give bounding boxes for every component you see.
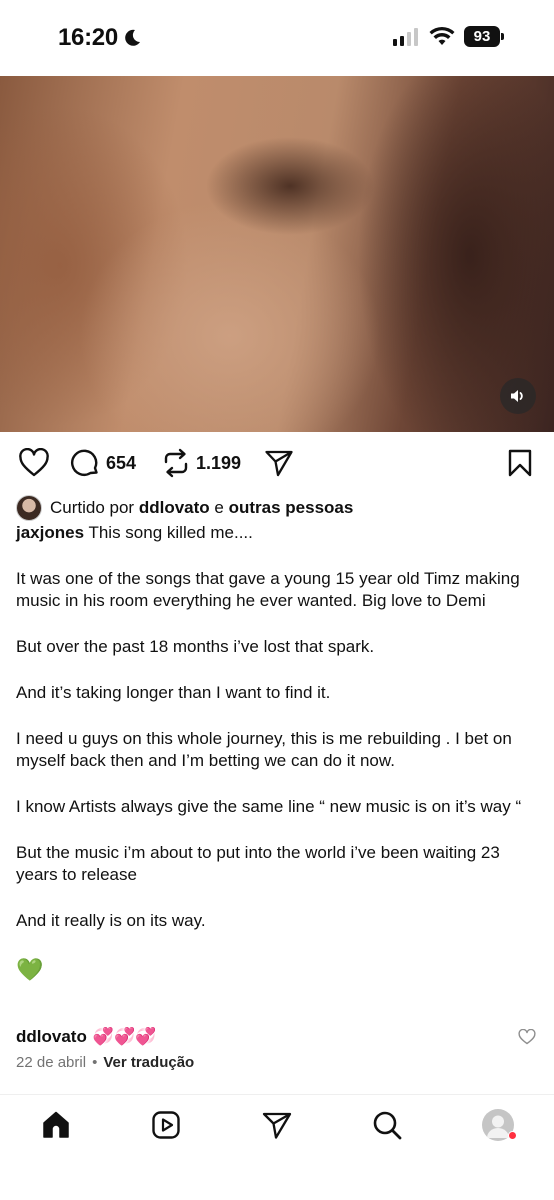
send-icon[interactable] xyxy=(261,1109,293,1141)
home-icon[interactable] xyxy=(40,1109,72,1141)
battery-icon: 93 xyxy=(464,26,504,47)
green-heart-emoji: 💚 xyxy=(16,957,44,982)
comment-text: 💞💞💞 xyxy=(92,1027,157,1046)
repost-count: 1.199 xyxy=(196,452,242,473)
post-actions: 654 1.199 xyxy=(0,432,554,494)
liked-by-others[interactable]: outras pessoas xyxy=(229,498,354,517)
caption-username[interactable]: jaxjones xyxy=(16,523,84,542)
comment-icon xyxy=(70,449,98,476)
cellular-signal-icon xyxy=(393,28,418,46)
liked-by-user[interactable]: ddlovato xyxy=(139,498,210,517)
comment-heart-icon[interactable] xyxy=(518,1029,536,1045)
save-button[interactable] xyxy=(507,448,533,478)
battery-level: 93 xyxy=(464,26,500,47)
post-meta: 22 de abril • Ver tradução xyxy=(16,1054,194,1071)
wifi-icon xyxy=(429,26,455,45)
caption-paragraph: I need u guys on this whole journey, thi… xyxy=(16,729,512,770)
caption-paragraph: But over the past 18 months i’ve lost th… xyxy=(16,637,375,656)
share-button[interactable] xyxy=(264,448,294,478)
liked-by-conj: e xyxy=(214,498,224,517)
send-icon xyxy=(265,450,293,477)
caption-paragraph: It was one of the songs that gave a youn… xyxy=(16,569,520,610)
comment-count: 654 xyxy=(106,452,137,473)
liker-avatar xyxy=(16,495,42,521)
sound-toggle-button[interactable] xyxy=(500,378,536,414)
caption-paragraph: And it’s taking longer than I want to fi… xyxy=(16,683,331,702)
meta-separator: • xyxy=(92,1054,98,1071)
speaker-icon xyxy=(511,390,523,402)
status-time: 16:20 xyxy=(58,24,142,52)
caption-paragraph: And it really is on its way. xyxy=(16,911,206,930)
moon-icon xyxy=(125,29,140,46)
comment-button[interactable]: 654 xyxy=(70,448,136,478)
caption-paragraph: I know Artists always give the same line… xyxy=(16,797,522,816)
post-video[interactable] xyxy=(0,76,554,432)
bottom-nav xyxy=(0,1094,554,1200)
comment-row: ddlovato 💞💞💞 xyxy=(16,1023,538,1051)
bookmark-icon xyxy=(508,449,532,477)
like-button[interactable] xyxy=(18,448,50,478)
liked-by[interactable]: Curtido por ddlovato e outras pessoas xyxy=(16,494,353,522)
comment-username[interactable]: ddlovato xyxy=(16,1027,87,1047)
search-icon[interactable] xyxy=(371,1109,403,1141)
see-translation-link[interactable]: Ver tradução xyxy=(103,1054,194,1071)
heart-icon xyxy=(19,448,49,477)
repost-button[interactable]: 1.199 xyxy=(162,448,241,478)
status-bar: 16:20 93 xyxy=(0,0,554,76)
caption-first-line: This song killed me.... xyxy=(88,523,253,542)
notification-dot xyxy=(508,1131,517,1140)
caption-paragraph: But the music i’m about to put into the … xyxy=(16,843,500,884)
post-date: 22 de abril xyxy=(16,1054,87,1071)
clock-text: 16:20 xyxy=(58,24,118,51)
repost-icon xyxy=(164,448,188,478)
reels-icon[interactable] xyxy=(150,1109,182,1141)
liked-by-prefix: Curtido por xyxy=(50,498,135,517)
post-caption: jaxjones This song killed me.... It was … xyxy=(16,522,538,984)
